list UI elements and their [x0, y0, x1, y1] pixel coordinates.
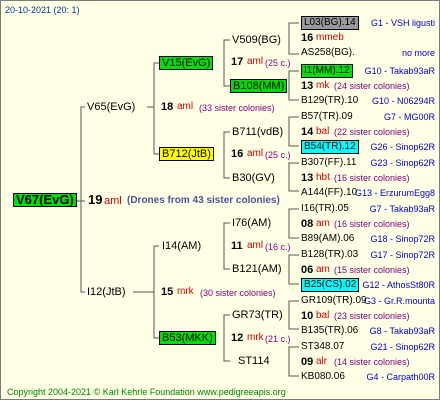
- gen1-year-1: aml: [177, 101, 194, 112]
- gen4-reference-1: G1 - VSH ligusti: [370, 18, 435, 28]
- gen4-reference-13: G7 - Takab93aR: [369, 204, 435, 214]
- gen4-sisters-11: (16 sister colonies): [334, 173, 410, 183]
- gen4-reference-9: G26 - Sinop62R: [370, 142, 435, 152]
- gen4-queen-16[interactable]: B128(TR).03: [301, 249, 358, 261]
- gen4-year-14: am: [316, 218, 330, 229]
- gen3-queen-3[interactable]: B711(vdB): [232, 126, 283, 138]
- gen4-reference-7: G7 - MG00R: [383, 112, 435, 122]
- gen4-year-11: hbt: [316, 172, 330, 183]
- root-queen[interactable]: V67(EvG): [13, 193, 77, 207]
- root-note: (Drones from 43 sister colonies): [127, 195, 280, 206]
- gen4-queen-21[interactable]: B135(TR).06: [301, 325, 358, 337]
- footer-copyright: Copyright 2004-2021 © Karl Kehrle Founda…: [7, 387, 286, 397]
- gen2-year-3: aml: [247, 240, 264, 251]
- gen4-reference-6: G10 - N06294R: [371, 96, 435, 106]
- gen3-queen-2[interactable]: B108(MM): [230, 79, 288, 93]
- gen4-number-11: 13: [301, 172, 314, 184]
- gen3-queen-4[interactable]: B30(GV): [232, 172, 275, 184]
- root-year: aml: [104, 195, 122, 207]
- gen2-sisters-3: (16 c.): [265, 242, 291, 252]
- gen2-queen-1[interactable]: V15(EvG): [159, 56, 214, 70]
- gen2-year-4: mrk: [247, 332, 264, 343]
- gen2-number-1: 17: [231, 56, 244, 68]
- gen4-reference-21: G8 - Takab93aR: [369, 326, 435, 336]
- gen4-sisters-17: (15 sister colonies): [334, 265, 410, 275]
- gen4-sisters-20: (23 sister colonies): [334, 311, 410, 321]
- root-number: 19: [88, 192, 103, 207]
- gen4-number-17: 06: [301, 264, 314, 276]
- gen4-queen-15[interactable]: B89(AM).06: [301, 233, 354, 245]
- gen4-queen-19[interactable]: GR109(TR).09: [301, 295, 367, 307]
- gen3-queen-7[interactable]: GR73(TR): [232, 309, 283, 321]
- gen4-reference-15: G18 - Sinop72R: [370, 234, 435, 244]
- gen4-queen-18[interactable]: B25(CS).02: [301, 278, 360, 292]
- gen4-queen-24[interactable]: KB080.06: [301, 371, 345, 383]
- gen4-sisters-8: (22 sister colonies): [334, 127, 410, 137]
- gen2-number-3: 11: [231, 240, 243, 252]
- gen2-queen-3[interactable]: I14(AM): [162, 240, 201, 252]
- gen4-queen-22[interactable]: ST348.07: [301, 341, 344, 353]
- gen4-sisters-5: (24 sister colonies): [334, 81, 410, 91]
- gen4-reference-19: G3 - Gr.R.mounta: [363, 296, 435, 306]
- gen2-queen-2[interactable]: B712(JtB): [159, 147, 214, 161]
- gen4-year-2: mmeb: [316, 32, 344, 43]
- gen1-sisters-1: (33 sister colonies): [199, 103, 275, 113]
- gen3-queen-6[interactable]: B121(AM): [232, 263, 282, 275]
- gen2-sisters-4: (21 c.): [265, 334, 291, 344]
- gen4-queen-13[interactable]: I16(TR).05: [301, 203, 349, 215]
- gen4-number-5: 13: [301, 80, 314, 92]
- gen4-queen-3[interactable]: AS258(BG).: [301, 47, 355, 59]
- gen4-queen-9[interactable]: B54(TR).12: [301, 140, 359, 154]
- gen2-year-2: aml: [247, 148, 264, 159]
- gen2-sisters-1: (25 c.): [265, 58, 291, 68]
- gen4-year-17: am: [316, 264, 330, 275]
- gen4-number-8: 14: [301, 126, 314, 138]
- gen4-reference-16: G17 - Sinop72R: [370, 250, 435, 260]
- gen4-year-23: alr: [316, 356, 328, 367]
- gen4-reference-4: G10 - Takab93aR: [364, 66, 435, 76]
- gen4-reference-10: G23 - Sinop62R: [370, 158, 435, 168]
- gen4-queen-1[interactable]: L03(BG).14: [301, 16, 359, 30]
- gen4-reference-22: G21 - Sinop62R: [370, 342, 435, 352]
- gen3-queen-8[interactable]: ST114: [238, 355, 270, 367]
- gen4-reference-3: no more: [401, 48, 435, 58]
- gen2-number-4: 12: [231, 332, 244, 344]
- gen4-sisters-14: (16 sister colonies): [334, 219, 410, 229]
- gen2-queen-4[interactable]: B53(MKK): [159, 331, 216, 345]
- gen1-queen-1[interactable]: V65(EvG): [87, 101, 135, 113]
- gen1-queen-2[interactable]: I12(JtB): [87, 286, 126, 298]
- gen4-reference-12: G13 - ErzurumEgg8: [354, 188, 435, 198]
- gen4-year-5: mk: [316, 80, 330, 91]
- gen2-sisters-2: (25 c.): [265, 150, 291, 160]
- header-date: 20-10-2021 (20: 1): [5, 5, 80, 15]
- gen4-queen-6[interactable]: B129(TR).10: [301, 95, 358, 107]
- gen4-reference-18: G12 - AthosSt80R: [362, 280, 435, 290]
- gen1-number-1: 18: [161, 101, 174, 113]
- gen4-queen-12[interactable]: A144(FF).10: [301, 187, 357, 199]
- gen4-number-20: 10: [301, 310, 314, 322]
- gen1-number-2: 15: [161, 286, 174, 298]
- gen4-number-2: 16: [301, 32, 314, 44]
- gen2-number-2: 16: [231, 148, 244, 160]
- gen4-reference-24: G4 - Carpath00R: [366, 372, 435, 382]
- gen2-year-1: aml: [247, 56, 264, 67]
- gen4-queen-10[interactable]: B307(FF).11: [301, 157, 356, 169]
- pedigree-canvas: 20-10-2021 (20: 1) V67(EvG) 19 aml (Dron…: [0, 0, 440, 400]
- gen4-year-20: bal: [316, 310, 330, 321]
- gen4-number-23: 09: [301, 356, 314, 368]
- gen4-queen-7[interactable]: B57(TR).09: [301, 111, 353, 123]
- gen3-queen-5[interactable]: I76(AM): [232, 217, 271, 229]
- gen1-sisters-2: (30 sister colonies): [200, 288, 276, 298]
- gen4-number-14: 08: [301, 218, 314, 230]
- gen3-queen-1[interactable]: V509(BG): [232, 34, 281, 46]
- gen1-year-2: mrk: [177, 286, 194, 297]
- gen4-year-8: bal: [316, 126, 330, 137]
- gen4-sisters-23: (14 sister colonies): [334, 357, 410, 367]
- gen4-queen-4[interactable]: I1(MM).12: [301, 64, 353, 78]
